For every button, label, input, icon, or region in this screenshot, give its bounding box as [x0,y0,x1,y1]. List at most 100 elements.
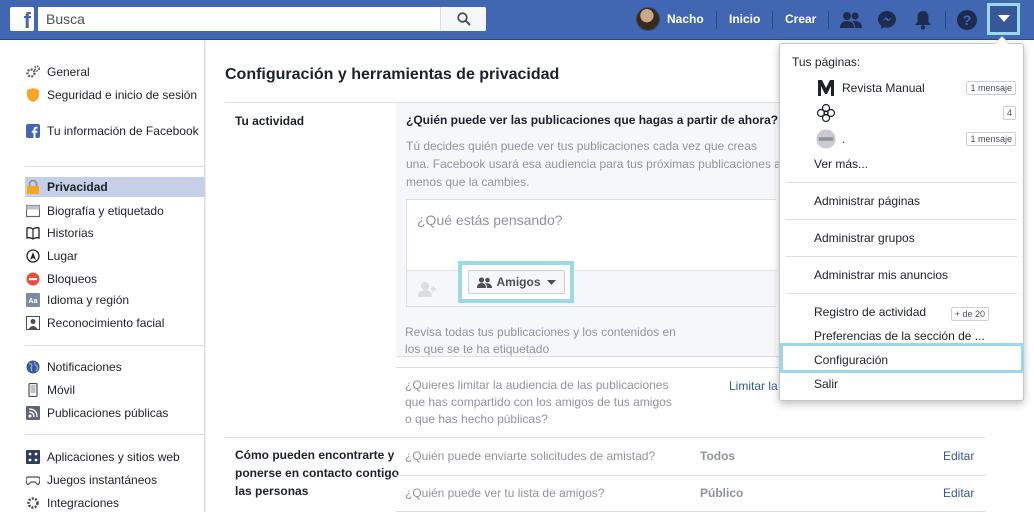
divider [786,219,1017,220]
friend-requests-icon[interactable] [839,8,863,32]
tag-friends-icon[interactable] [417,279,437,299]
menu-item-manage-ads[interactable]: Administrar mis anuncios [814,268,948,282]
account-dropdown-menu: Tus páginas: Revista Manual 1 mensaje 4 … [779,36,1024,401]
sidebar-item-notifications[interactable]: Notificaciones [25,359,205,375]
sidebar-item-integrations[interactable]: Integraciones [25,495,205,511]
page-item[interactable]: 4 [816,103,1016,123]
page-title: Configuración y herramientas de privacid… [225,66,560,83]
composer-placeholder: ¿Qué estás pensando? [417,212,563,228]
your-pages-heading: Tus páginas: [792,55,861,69]
user-name: Nacho [667,12,704,26]
page-item[interactable]: Revista Manual 1 mensaje [816,78,1016,98]
section-label-find-contact: Cómo pueden encontrarte y ponerse en con… [235,448,400,498]
limit-audience-text: ¿Quieres limitar la audiencia de las pub… [405,378,672,426]
edit-friend-requests-link[interactable]: Editar [943,449,974,463]
divider [786,182,1017,183]
question-future-posts: ¿Quién puede ver las publicaciones que h… [406,113,779,127]
search-icon [456,12,471,26]
sidebar-item-security[interactable]: Seguridad e inicio de sesión [25,87,205,103]
menu-item-manage-groups[interactable]: Administrar grupos [814,231,915,245]
sidebar-item-location[interactable]: Lugar [25,248,205,264]
divider [25,434,205,435]
avatar [636,7,660,31]
sidebar-item-timeline[interactable]: Biografía y etiquetado [25,203,205,219]
flower-logo-icon [816,103,836,123]
menu-item-news-feed-preferences[interactable]: Preferencias de la sección de ... [814,329,985,343]
help-icon[interactable]: ? [955,8,979,32]
friend-list-question: ¿Quién puede ver tu lista de amigos? [405,486,605,500]
sidebar-item-general[interactable]: General [25,64,205,80]
menu-item-settings[interactable]: Configuración [814,353,888,367]
notifications-icon[interactable] [911,8,935,32]
sidebar-item-blocking[interactable]: Bloqueos [25,271,205,287]
home-link[interactable]: Inicio [729,12,760,26]
sidebar-item-apps[interactable]: Aplicaciones y sitios web [25,449,205,465]
menu-item-manage-pages[interactable]: Administrar páginas [814,194,920,208]
sidebar-item-face-recognition[interactable]: Reconocimiento facial [25,315,205,331]
sidebar-item-public-posts[interactable]: Publicaciones públicas [25,405,205,421]
profile-link[interactable]: Nacho [636,6,704,32]
facebook-icon [25,123,41,139]
settings-sidebar: General Seguridad e inicio de sesión Tu … [0,40,205,512]
divider [396,475,986,476]
audience-highlight: Amigos [458,261,574,303]
sidebar-item-privacy[interactable]: Privacidad [25,177,205,197]
sidebar-item-mobile[interactable]: Móvil [25,382,205,398]
book-icon [25,225,41,241]
gear-icon [25,495,41,511]
page-item[interactable]: . 1 mensaje [816,129,1016,149]
block-icon [25,271,41,287]
sidebar-item-language[interactable]: Aa Idioma y región [25,292,205,308]
divider [828,11,829,29]
message-count-badge: 1 mensaje [966,81,1016,95]
divider [716,11,717,29]
divider [772,11,773,29]
search-button[interactable] [440,7,486,31]
friend-list-value: Público [700,486,744,500]
section-label-activity: Tu actividad [235,114,305,128]
gamepad-icon [25,472,41,488]
apps-icon [25,449,41,465]
gear-icon [25,64,41,80]
friend-requests-value: Todos [700,449,736,463]
location-icon [25,248,41,264]
page-avatar-icon [816,129,836,149]
menu-item-activity-log[interactable]: Registro de actividad [814,305,926,319]
language-icon: Aa [25,292,41,308]
activity-count-badge: + de 20 [950,307,989,321]
svg-text:Aa: Aa [29,298,38,305]
chevron-down-icon [546,279,556,285]
divider [786,256,1017,257]
sidebar-item-your-info[interactable]: Tu información de Facebook [25,123,205,139]
limit-audience-link[interactable]: Limitar la [729,379,778,393]
friends-icon [477,276,493,288]
review-posts-text: Revisa todas tus publicaciones y los con… [405,325,676,356]
svg-text:?: ? [963,12,972,28]
rss-icon [25,405,41,421]
shield-icon [25,87,41,103]
search-box [38,7,486,31]
page-logo-icon [816,78,836,98]
search-input[interactable] [38,7,438,31]
globe-icon [25,359,41,375]
edit-friend-list-link[interactable]: Editar [943,486,974,500]
divider [25,166,205,167]
audience-panel: ¿Quién puede ver las publicaciones que h… [396,103,781,356]
lock-icon [25,179,41,195]
face-icon [25,315,41,331]
divider [945,11,946,29]
facebook-logo[interactable]: f [10,7,34,31]
audience-selector-button[interactable]: Amigos [468,270,565,294]
messenger-icon[interactable] [875,8,899,32]
create-link[interactable]: Crear [785,12,816,26]
question-description: Tú decides quién puede ver tus publicaci… [406,139,781,189]
mobile-icon [25,382,41,398]
chevron-down-icon [997,15,1010,22]
see-more-pages-link[interactable]: Ver más... [814,157,868,171]
message-count-badge: 1 mensaje [966,132,1016,146]
account-menu-button[interactable] [987,3,1020,35]
divider [225,437,985,438]
sidebar-item-instant-games[interactable]: Juegos instantáneos [25,472,205,488]
menu-item-logout[interactable]: Salir [814,377,838,391]
sidebar-item-stories[interactable]: Historias [25,225,205,241]
